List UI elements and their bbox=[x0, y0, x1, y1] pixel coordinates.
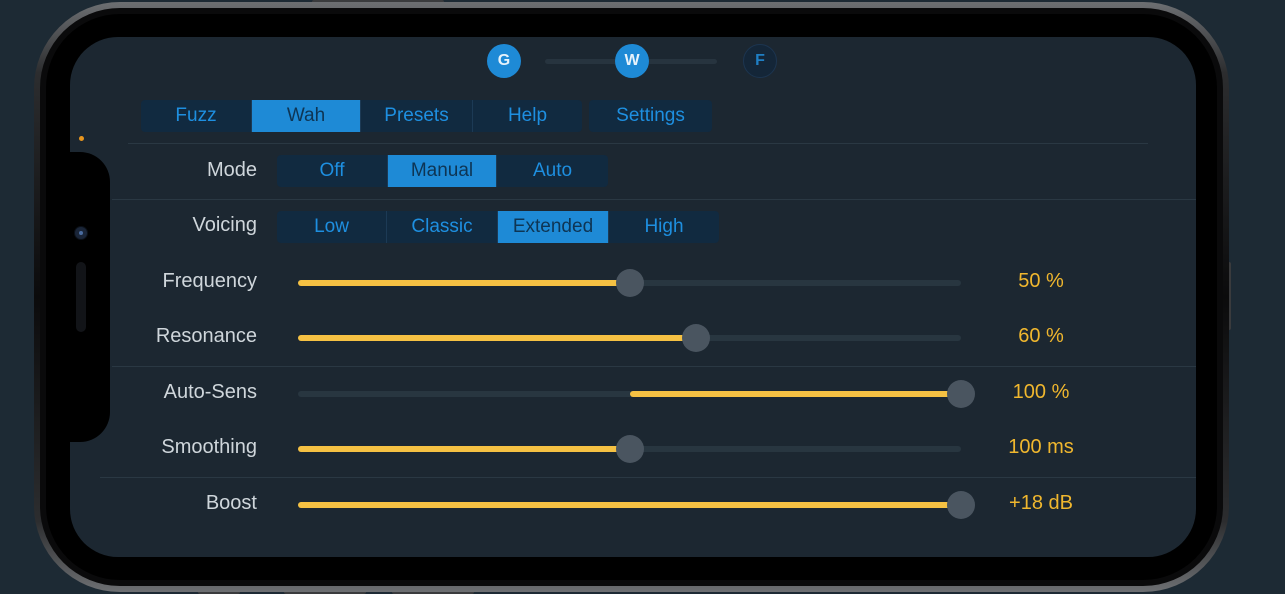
voicing-option-high[interactable]: High bbox=[609, 211, 719, 243]
nav-dot-f[interactable]: F bbox=[743, 44, 777, 78]
slider-thumb[interactable] bbox=[615, 435, 644, 463]
frequency-label: Frequency bbox=[162, 270, 258, 292]
divider bbox=[100, 477, 1196, 478]
frequency-value: 50 % bbox=[1018, 270, 1064, 292]
boost-value: +18 dB bbox=[1009, 492, 1073, 514]
resonance-value: 60 % bbox=[1018, 325, 1064, 347]
divider bbox=[112, 199, 1196, 200]
smoothing-value: 100 ms bbox=[1008, 436, 1074, 458]
voicing-label: Voicing bbox=[192, 214, 258, 236]
resonance-label: Resonance bbox=[155, 325, 257, 347]
mode-selector: Off Manual Auto bbox=[277, 155, 608, 187]
auto-sens-label: Auto-Sens bbox=[163, 381, 257, 403]
slider-thumb[interactable] bbox=[681, 324, 710, 352]
nav-dot-g[interactable]: G bbox=[487, 44, 521, 78]
voicing-selector: Low Classic Extended High bbox=[277, 211, 719, 243]
settings-button[interactable]: Settings bbox=[589, 100, 712, 132]
slider-thumb[interactable] bbox=[615, 269, 644, 297]
main-tabs: Fuzz Wah Presets Help bbox=[141, 100, 582, 132]
slider-fill bbox=[298, 446, 630, 452]
voicing-option-extended[interactable]: Extended bbox=[498, 211, 609, 243]
smoothing-label: Smoothing bbox=[161, 436, 257, 458]
resonance-slider[interactable] bbox=[298, 324, 961, 352]
voicing-option-low[interactable]: Low bbox=[277, 211, 387, 243]
mode-option-off[interactable]: Off bbox=[277, 155, 388, 187]
smoothing-slider[interactable] bbox=[298, 435, 961, 463]
slider-thumb[interactable] bbox=[947, 380, 975, 408]
tab-help[interactable]: Help bbox=[473, 100, 582, 132]
divider bbox=[128, 143, 1148, 144]
slider-fill bbox=[298, 335, 696, 341]
frequency-slider[interactable] bbox=[298, 269, 961, 297]
boost-label: Boost bbox=[205, 492, 257, 514]
tab-wah[interactable]: Wah bbox=[252, 100, 361, 132]
slider-fill bbox=[629, 391, 961, 397]
mode-option-manual[interactable]: Manual bbox=[388, 155, 497, 187]
mode-option-auto[interactable]: Auto bbox=[497, 155, 608, 187]
divider bbox=[112, 366, 1196, 367]
privacy-indicator-icon bbox=[79, 136, 84, 141]
slider-fill bbox=[298, 502, 961, 508]
auto-sens-value: 100 % bbox=[1012, 381, 1070, 403]
boost-slider[interactable] bbox=[298, 491, 975, 519]
slider-thumb[interactable] bbox=[947, 491, 975, 519]
tab-presets[interactable]: Presets bbox=[361, 100, 473, 132]
voicing-option-classic[interactable]: Classic bbox=[387, 211, 498, 243]
mode-label: Mode bbox=[206, 159, 257, 181]
slider-fill bbox=[298, 280, 630, 286]
nav-dot-w[interactable]: W bbox=[615, 44, 649, 78]
tab-fuzz[interactable]: Fuzz bbox=[141, 100, 252, 132]
auto-sens-slider[interactable] bbox=[298, 380, 975, 408]
